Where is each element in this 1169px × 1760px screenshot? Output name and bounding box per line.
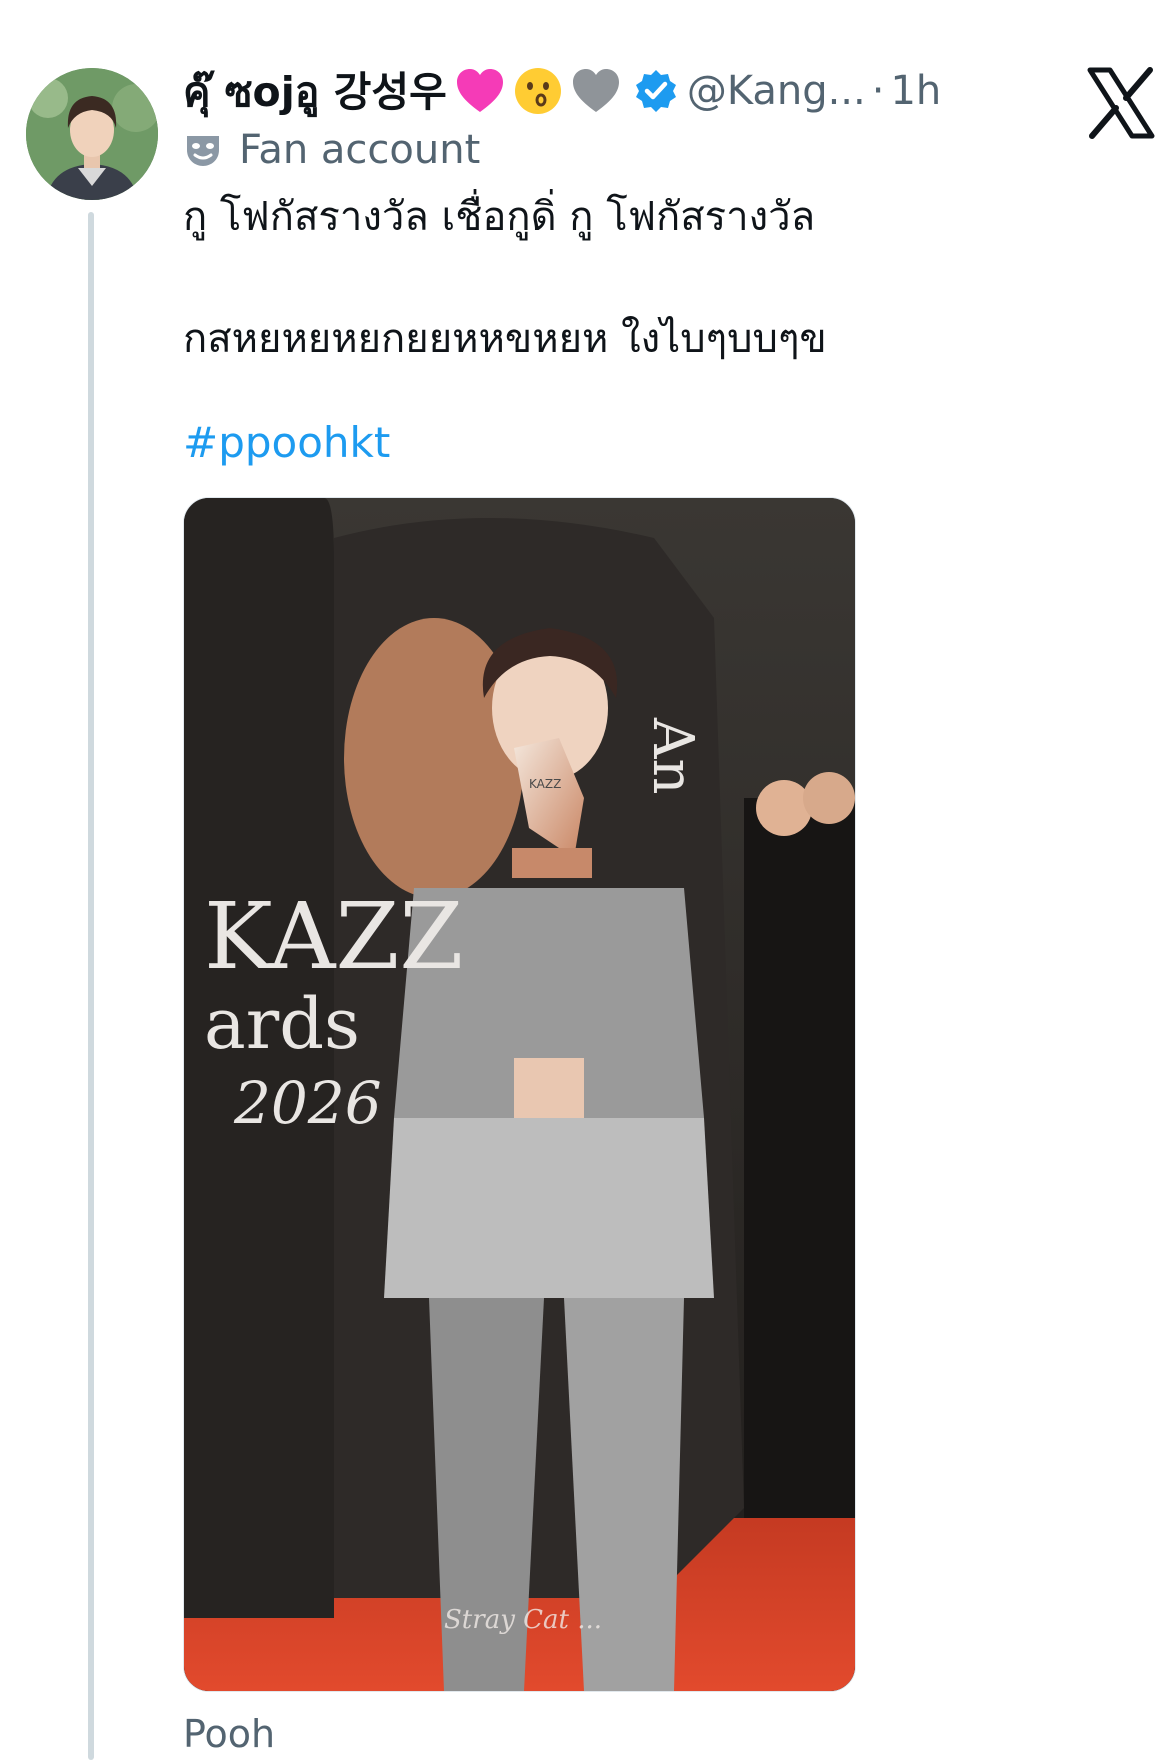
tweet-text-line-2: กสหยหยหยกยยหหขหยห ใงไบๆบบๆข xyxy=(183,316,827,362)
brand-text: KAZZ xyxy=(204,883,463,990)
verified-badge-icon xyxy=(633,68,679,114)
badge-label: Fan account xyxy=(239,127,481,173)
tweet-header: คุ๊ ซojอู 강성우 @Kang... · 1h xyxy=(183,56,941,126)
pink-heart-icon xyxy=(453,64,507,118)
avatar-image xyxy=(26,68,158,200)
display-name[interactable]: คุ๊ ซojอู 강성우 xyxy=(183,58,447,125)
tweet-text-line-1: กู โฟกัสรางวัล เชื่อกูดิ่ กู โฟกัสรางวัล xyxy=(183,194,816,240)
fan-account-badge: Fan account xyxy=(183,124,480,176)
year-text: 2026 xyxy=(233,1069,382,1137)
watermark-text: Stray Cat ... xyxy=(444,1605,602,1635)
avatar[interactable] xyxy=(26,68,158,200)
user-handle[interactable]: @Kang... xyxy=(687,68,866,114)
x-logo-icon[interactable] xyxy=(1078,60,1164,146)
thread-line xyxy=(88,212,94,1760)
awards-text: ards xyxy=(204,983,360,1065)
timestamp[interactable]: 1h xyxy=(890,68,941,114)
tweet-media-photo[interactable]: KAZZ ards 2026 An KAZZ Stray Cat ... xyxy=(183,497,856,1692)
separator-dot: · xyxy=(871,68,885,114)
kissing-face-icon xyxy=(511,64,565,118)
next-tweet-text: Pooh xyxy=(183,1712,276,1756)
trophy-label: KAZZ xyxy=(529,777,561,791)
theater-mask-icon xyxy=(183,130,223,170)
grey-heart-icon xyxy=(569,64,623,118)
photo-content: KAZZ ards 2026 An KAZZ Stray Cat ... xyxy=(184,498,855,1691)
hashtag-link[interactable]: #ppoohkt xyxy=(183,418,390,467)
side-text: An xyxy=(640,717,705,795)
